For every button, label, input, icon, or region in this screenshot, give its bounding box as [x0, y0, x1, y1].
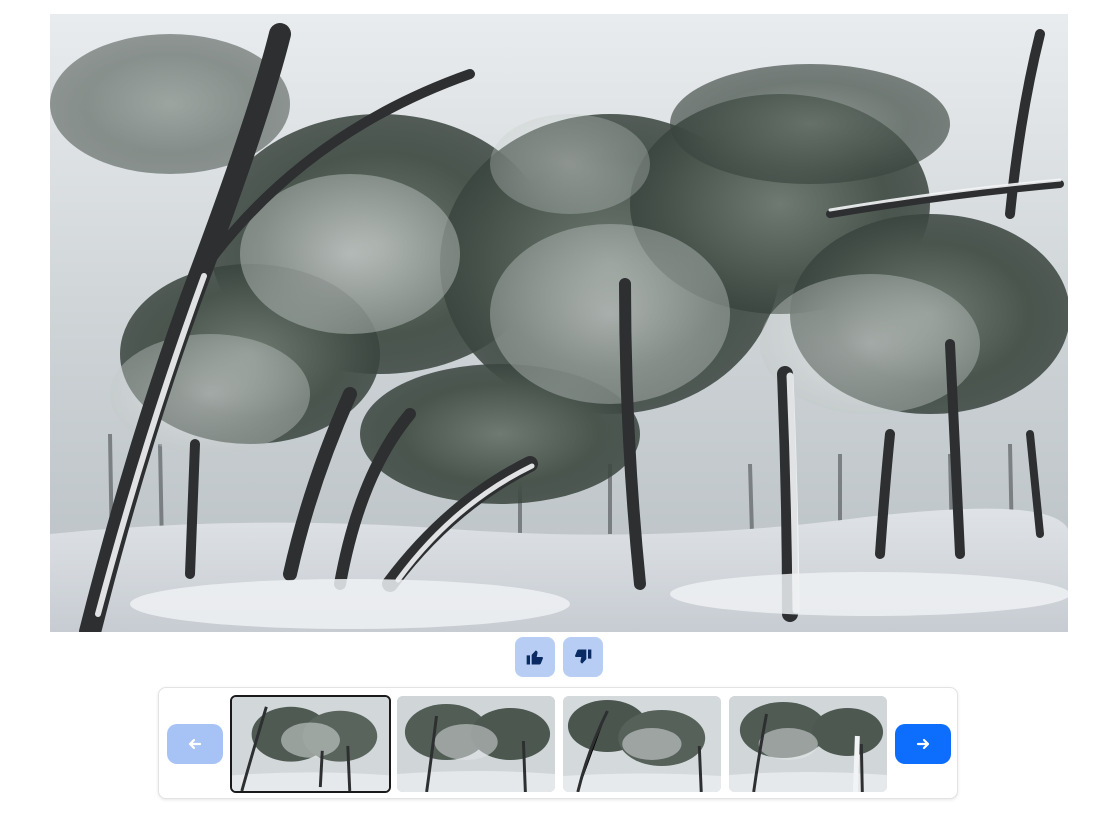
snowy-forest-thumbnail-icon	[729, 696, 887, 792]
snowy-forest-thumbnail-icon	[397, 696, 555, 792]
thumbnail-4[interactable]	[729, 696, 887, 792]
previous-button[interactable]	[167, 724, 223, 764]
thumbnail-2[interactable]	[397, 696, 555, 792]
snowy-forest-thumbnail-icon	[563, 696, 721, 792]
dislike-button[interactable]	[563, 637, 603, 677]
reaction-bar	[515, 637, 603, 677]
arrow-left-icon	[188, 738, 202, 750]
thumbs-down-icon	[575, 649, 592, 664]
snowy-forest-thumbnail-icon	[232, 697, 389, 791]
thumbnail-3[interactable]	[563, 696, 721, 792]
arrow-right-icon	[916, 738, 930, 750]
next-button[interactable]	[895, 724, 951, 764]
thumbs-up-icon	[526, 650, 543, 665]
snowy-pine-forest-photo	[50, 14, 1068, 632]
thumbnail-1[interactable]	[230, 695, 391, 793]
like-button[interactable]	[515, 637, 555, 677]
thumbnail-carousel	[158, 687, 958, 799]
main-photo	[50, 14, 1068, 632]
